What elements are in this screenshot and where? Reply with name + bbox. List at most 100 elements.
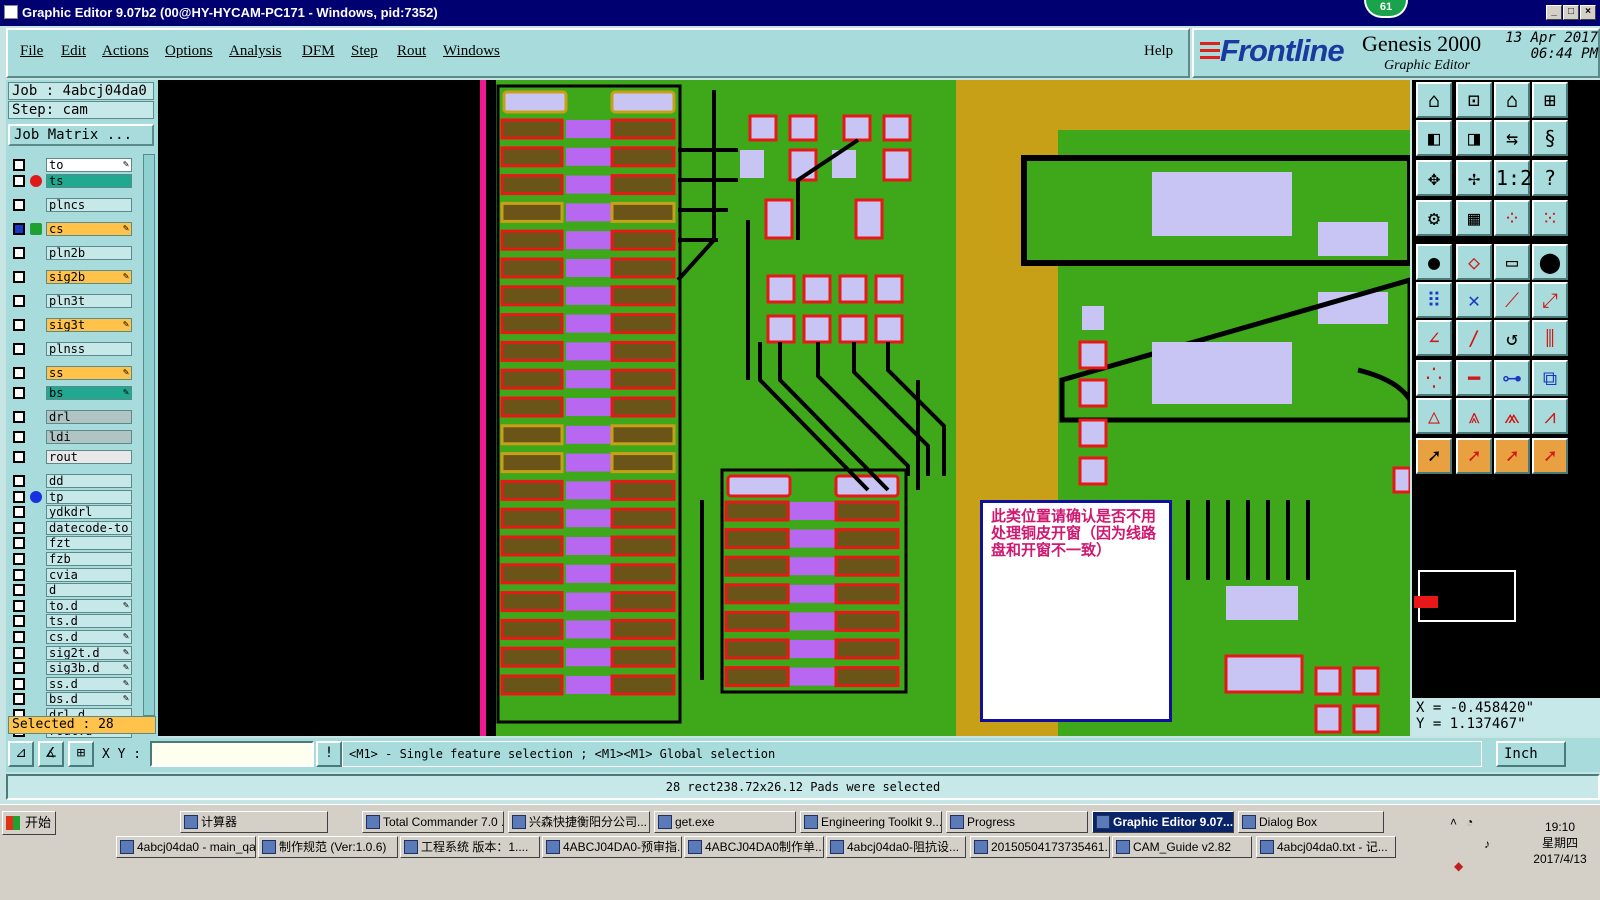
- layer-checkbox[interactable]: [13, 431, 25, 443]
- layer-checkbox[interactable]: [13, 387, 25, 399]
- layer-name[interactable]: sig2b ✎: [46, 270, 132, 284]
- select-polygon-icon[interactable]: ➚: [1494, 438, 1530, 474]
- measure-icon[interactable]: ⚙: [1416, 200, 1452, 236]
- layer-name[interactable]: dd: [46, 474, 132, 488]
- layer-name[interactable]: bs.d ✎: [46, 692, 132, 707]
- move-pad-icon[interactable]: ⁛: [1416, 360, 1452, 396]
- layer-name[interactable]: pln3t: [46, 294, 132, 308]
- layer-checkbox[interactable]: [13, 343, 25, 355]
- layer-checkbox[interactable]: [13, 693, 25, 706]
- layer-checkbox[interactable]: [13, 631, 25, 643]
- horizontal-line-icon[interactable]: ━: [1456, 360, 1492, 396]
- layer-row-ts[interactable]: ts: [8, 174, 132, 188]
- layer-row-cs.d[interactable]: cs.d ✎: [8, 630, 132, 644]
- system-clock[interactable]: 19:10 星期四 2017/4/13: [1520, 819, 1600, 867]
- layer-name[interactable]: fzt: [46, 536, 132, 551]
- menu-windows[interactable]: Windows: [443, 43, 500, 60]
- layer-name[interactable]: tp: [46, 489, 132, 504]
- zoom-in-icon[interactable]: ⊡: [1456, 82, 1492, 118]
- taskbar-item[interactable]: 4abcj04da0 - main_qa: [116, 836, 256, 858]
- zoom-home-icon[interactable]: ⌂: [1416, 82, 1452, 118]
- layer-name[interactable]: d: [46, 583, 132, 598]
- cross-icon[interactable]: ✕: [1456, 282, 1492, 318]
- layer-name[interactable]: sig2t.d ✎: [46, 645, 132, 660]
- menu-step[interactable]: Step: [351, 43, 378, 60]
- layer-row-pln3t[interactable]: pln3t: [8, 294, 132, 308]
- contour-icon[interactable]: ⩘: [1532, 398, 1568, 434]
- layer-name[interactable]: ts.d: [46, 614, 132, 629]
- layer-checkbox[interactable]: [13, 521, 25, 534]
- layer-checkbox[interactable]: [13, 646, 25, 659]
- menu-file[interactable]: File: [20, 43, 43, 60]
- layer-row-ydkdrl[interactable]: ydkdrl: [8, 505, 132, 520]
- arc-icon[interactable]: ⤢: [1532, 282, 1568, 318]
- maximize-icon[interactable]: □: [1563, 5, 1579, 20]
- layer-row-sig2t.d[interactable]: sig2t.d ✎: [8, 645, 132, 660]
- layer-row-datecode-to[interactable]: datecode-to: [8, 520, 132, 535]
- layer-checkbox[interactable]: [13, 584, 25, 597]
- layer-name[interactable]: drl: [46, 410, 132, 424]
- ruler-icon[interactable]: ▭: [1494, 244, 1530, 280]
- taskbar-item[interactable]: CAM_Guide v2.82: [1112, 836, 1252, 858]
- net-select-icon[interactable]: ⁙: [1532, 200, 1568, 236]
- layer-name[interactable]: to ✎: [46, 158, 132, 172]
- zoom-corner-icon[interactable]: ⊞: [1532, 82, 1568, 118]
- xy-input[interactable]: [150, 741, 314, 767]
- start-button[interactable]: 开始: [2, 811, 56, 835]
- layer-name[interactable]: fzb: [46, 552, 132, 566]
- snap-angle-icon[interactable]: ∡: [38, 741, 64, 767]
- unit-selector[interactable]: Inch: [1496, 741, 1566, 767]
- taskbar-item[interactable]: 工程系统 版本：1....: [400, 836, 540, 858]
- taskbar-item[interactable]: 20150504173735461...: [970, 836, 1110, 858]
- taskbar-item[interactable]: 4ABCJ04DA0制作单...: [684, 836, 824, 858]
- layer-row-fzt[interactable]: fzt: [8, 536, 132, 551]
- layer-checkbox[interactable]: [13, 537, 25, 550]
- tray-arrow-icon[interactable]: ˄: [1450, 815, 1457, 829]
- layer-row-pln2b[interactable]: pln2b: [8, 246, 132, 260]
- menu-dfm[interactable]: DFM: [302, 43, 335, 60]
- layer-name[interactable]: ss ✎: [46, 366, 132, 380]
- layer-name[interactable]: ydkdrl: [46, 505, 132, 520]
- layer-checkbox[interactable]: [13, 159, 25, 171]
- undo-arc-icon[interactable]: ↺: [1494, 320, 1530, 356]
- layer-row-sig2b[interactable]: sig2b ✎: [8, 270, 132, 284]
- select-box-icon[interactable]: ➚: [1456, 438, 1492, 474]
- taskbar-item[interactable]: Graphic Editor 9.07...: [1092, 811, 1234, 833]
- layer-name[interactable]: cvia: [46, 567, 132, 582]
- layer-row-bs.d[interactable]: bs.d ✎: [8, 692, 132, 707]
- layer-checkbox[interactable]: [13, 553, 25, 565]
- layer-checkbox[interactable]: [13, 475, 25, 487]
- dimension-icon[interactable]: ⊶: [1494, 360, 1530, 396]
- pcb-drawing[interactable]: [158, 80, 1410, 736]
- menu-analysis[interactable]: Analysis: [229, 43, 282, 60]
- menu-help[interactable]: Help: [1144, 43, 1173, 60]
- taskbar-item[interactable]: 4abcj04da0-阻抗设...: [826, 836, 966, 858]
- layer-name[interactable]: ldi: [46, 430, 132, 444]
- snap-mode-icon[interactable]: ⊿: [8, 741, 34, 767]
- layer-checkbox[interactable]: [13, 319, 25, 331]
- layer-checkbox[interactable]: [13, 599, 25, 612]
- taskbar-item[interactable]: Total Commander 7.0 ...: [362, 811, 504, 833]
- tray-network-icon[interactable]: ◔: [1466, 815, 1473, 829]
- layer-name[interactable]: cs ✎: [46, 222, 132, 236]
- layer-row-cs[interactable]: cs ✎: [8, 222, 132, 236]
- close-icon[interactable]: ×: [1580, 5, 1596, 20]
- info-icon[interactable]: !: [316, 741, 342, 767]
- grid-icon[interactable]: ▦: [1456, 200, 1492, 236]
- layer-name[interactable]: to.d ✎: [46, 598, 132, 613]
- window-title-bar[interactable]: Graphic Editor 9.07b2 (00@HY-HYCAM-PC171…: [0, 0, 1600, 26]
- graphic-canvas[interactable]: 此类位置请确认是否不用处理铜皮开窗（因为线路盘和开窗不一致）: [158, 80, 1410, 736]
- layer-checkbox[interactable]: [13, 247, 25, 259]
- snap-icon[interactable]: §: [1532, 120, 1568, 156]
- taskbar-item[interactable]: Engineering Toolkit 9....: [800, 811, 942, 833]
- layer-row-fzb[interactable]: fzb: [8, 552, 132, 566]
- layer-row-ss.d[interactable]: ss.d ✎: [8, 676, 132, 691]
- layer-checkbox[interactable]: [13, 175, 25, 187]
- select-arrow-icon[interactable]: ➚: [1416, 438, 1452, 474]
- layer-checkbox[interactable]: [13, 199, 25, 211]
- layer-row-sig3b.d[interactable]: sig3b.d ✎: [8, 661, 132, 676]
- layer-row-rout[interactable]: rout: [8, 450, 132, 464]
- group-icon[interactable]: ⧉: [1532, 360, 1568, 396]
- layer-name[interactable]: ss.d ✎: [46, 676, 132, 691]
- layer-row-ldi[interactable]: ldi: [8, 430, 132, 444]
